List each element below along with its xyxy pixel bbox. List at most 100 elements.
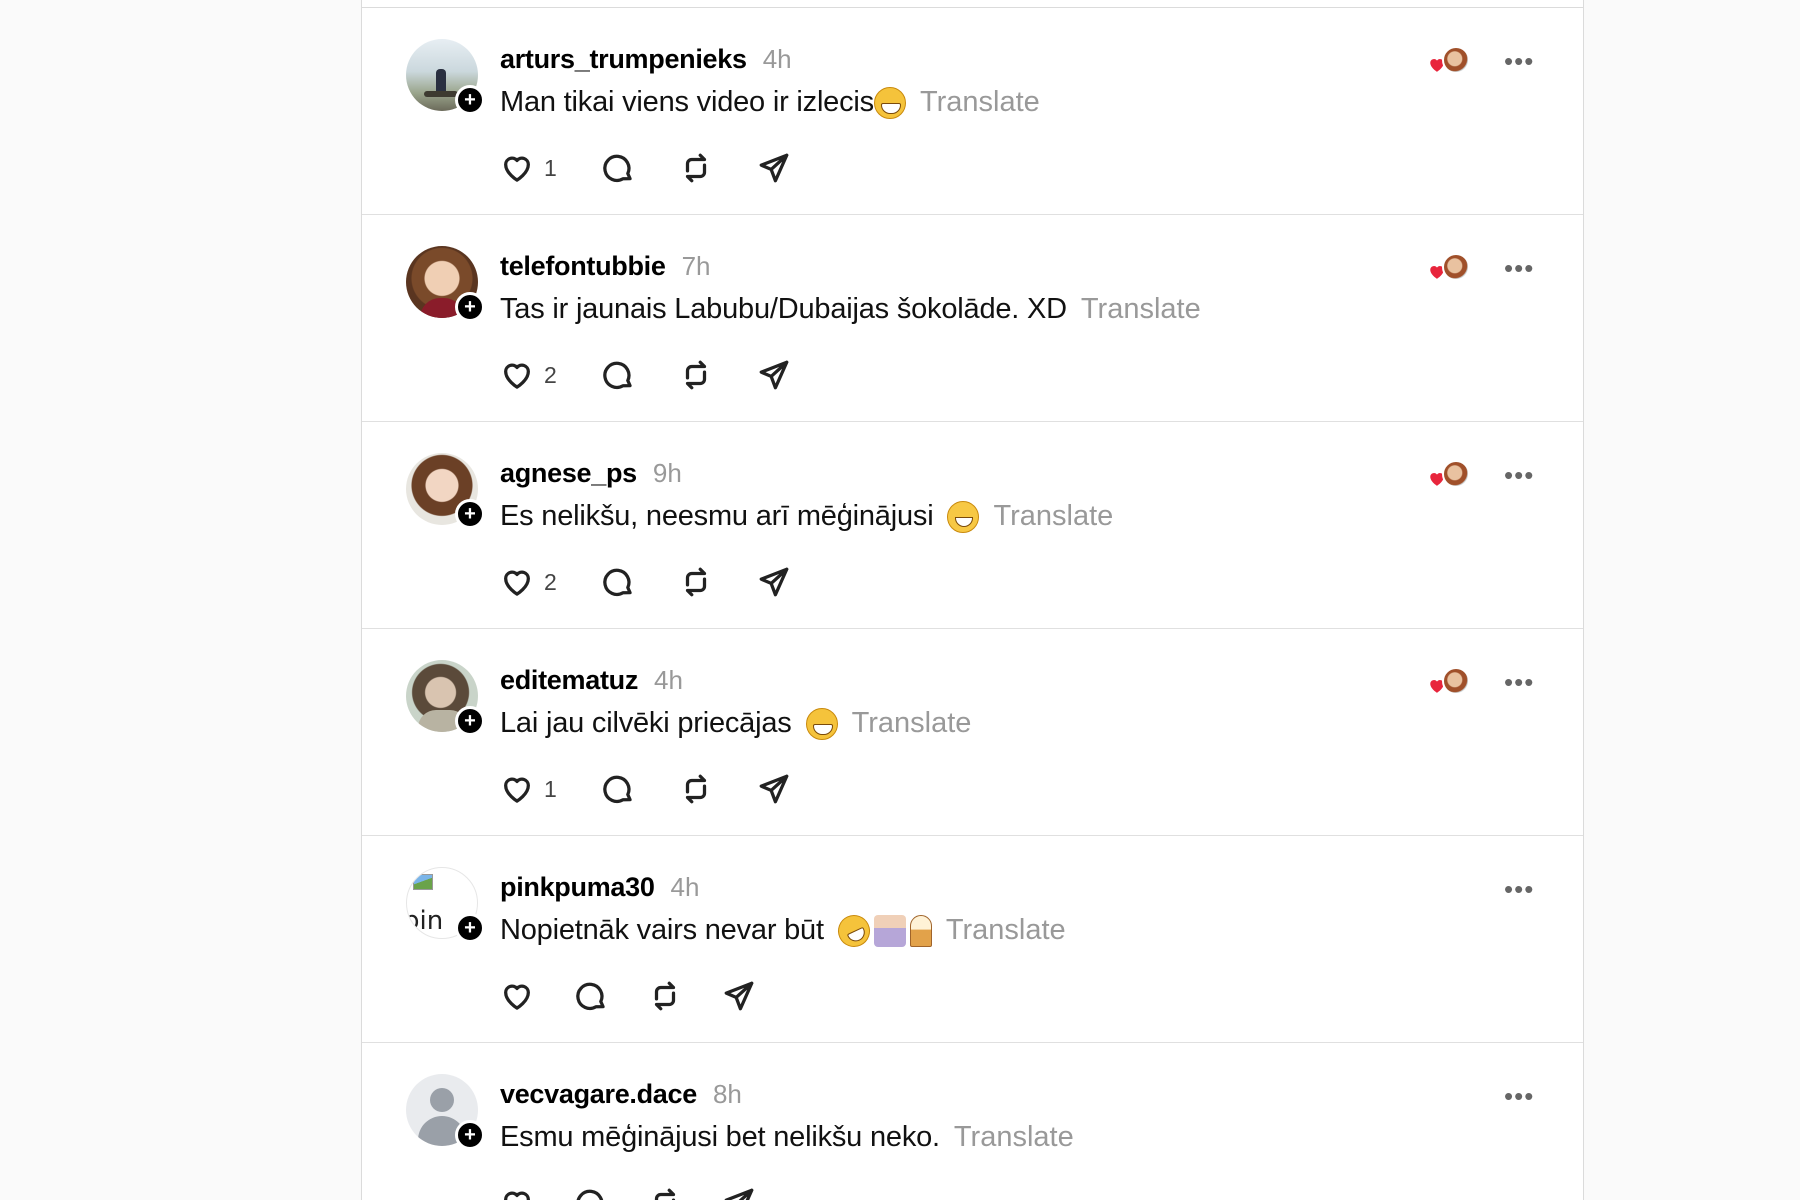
more-options-icon[interactable]: ••• bbox=[1504, 462, 1534, 488]
reply-post: + arturs_trumpenieks 4h Man tikai viens … bbox=[362, 8, 1583, 215]
username[interactable]: pinkpuma30 bbox=[500, 872, 655, 903]
follow-plus-icon[interactable]: + bbox=[455, 1120, 485, 1150]
grinning-emoji-icon bbox=[873, 86, 906, 119]
reply-button[interactable] bbox=[601, 772, 635, 806]
repost-icon bbox=[654, 981, 676, 1011]
send-icon bbox=[759, 567, 789, 597]
more-options-icon[interactable]: ••• bbox=[1504, 1083, 1534, 1109]
send-icon bbox=[724, 1188, 754, 1200]
repost-button[interactable] bbox=[648, 979, 682, 1013]
post-time[interactable]: 9h bbox=[653, 458, 682, 489]
translate-link[interactable]: Translate bbox=[993, 500, 1113, 533]
liker-avatar bbox=[1442, 46, 1470, 74]
reply-button[interactable] bbox=[601, 358, 635, 392]
reply-button[interactable] bbox=[601, 565, 635, 599]
share-button[interactable] bbox=[757, 358, 791, 392]
like-button[interactable] bbox=[500, 1186, 534, 1200]
repost-icon bbox=[685, 567, 706, 597]
follow-plus-icon[interactable]: + bbox=[455, 85, 485, 115]
translate-link[interactable]: Translate bbox=[852, 707, 972, 740]
share-button[interactable] bbox=[722, 979, 756, 1013]
liker-avatar bbox=[1442, 253, 1470, 281]
reply-post: + agnese_ps 9h Es nelikšu, neesmu arī mē… bbox=[362, 422, 1583, 629]
share-button[interactable] bbox=[722, 1186, 756, 1200]
translate-link[interactable]: Translate bbox=[954, 1121, 1074, 1154]
liked-by-author-indicator[interactable] bbox=[1424, 44, 1472, 78]
repost-button[interactable] bbox=[679, 151, 713, 185]
post-time[interactable]: 7h bbox=[682, 251, 711, 282]
person-shrugging-emoji-icon bbox=[873, 914, 906, 947]
follow-plus-icon[interactable]: + bbox=[455, 499, 485, 529]
like-count: 2 bbox=[544, 361, 557, 388]
heart-icon bbox=[504, 777, 530, 803]
avatar-container[interactable]: + bbox=[406, 1074, 485, 1150]
comment-bubble-icon bbox=[603, 568, 632, 597]
liked-by-author-indicator[interactable] bbox=[1424, 251, 1472, 285]
translate-link[interactable]: Translate bbox=[920, 86, 1040, 119]
post-time[interactable]: 4h bbox=[654, 665, 683, 696]
like-button[interactable]: 1 bbox=[500, 772, 557, 806]
username[interactable]: arturs_trumpenieks bbox=[500, 44, 747, 75]
post-text: Lai jau cilvēki priecājas bbox=[500, 707, 792, 739]
username[interactable]: telefontubbie bbox=[500, 251, 666, 282]
send-icon bbox=[759, 360, 789, 390]
share-button[interactable] bbox=[757, 772, 791, 806]
heart-icon bbox=[504, 1191, 530, 1200]
smiling-emoji-icon bbox=[947, 500, 980, 533]
like-button[interactable]: 2 bbox=[500, 565, 557, 599]
more-options-icon[interactable]: ••• bbox=[1504, 876, 1534, 902]
like-button[interactable]: 1 bbox=[500, 151, 557, 185]
send-icon bbox=[759, 774, 789, 804]
repost-button[interactable] bbox=[679, 565, 713, 599]
avatar-alt-text: pin bbox=[406, 906, 444, 936]
reply-button[interactable] bbox=[601, 151, 635, 185]
replies-feed: + arturs_trumpenieks 4h Man tikai viens … bbox=[361, 0, 1584, 1200]
send-icon bbox=[759, 153, 789, 183]
comment-bubble-icon bbox=[603, 361, 632, 390]
share-button[interactable] bbox=[757, 151, 791, 185]
repost-icon bbox=[685, 774, 706, 804]
liked-by-author-indicator[interactable] bbox=[1424, 665, 1472, 699]
share-button[interactable] bbox=[757, 565, 791, 599]
heart-icon bbox=[504, 570, 530, 596]
reply-post: + telefontubbie 7h Tas ir jaunais Labubu… bbox=[362, 215, 1583, 422]
post-text: Esmu mēģinājusi bet nelikšu neko. bbox=[500, 1121, 940, 1153]
comment-bubble-icon bbox=[576, 1189, 604, 1200]
post-time[interactable]: 4h bbox=[763, 44, 792, 75]
repost-button[interactable] bbox=[648, 1186, 682, 1200]
avatar-container[interactable]: + bbox=[406, 660, 485, 736]
avatar-container[interactable]: + bbox=[406, 453, 485, 529]
post-text: Es nelikšu, neesmu arī mēģinājusi bbox=[500, 500, 934, 532]
translate-link[interactable]: Translate bbox=[1081, 293, 1201, 326]
follow-plus-icon[interactable]: + bbox=[455, 292, 485, 322]
post-text: Nopietnāk vairs nevar būt bbox=[500, 914, 824, 946]
like-button[interactable]: 2 bbox=[500, 358, 557, 392]
heart-icon bbox=[504, 984, 530, 1010]
more-options-icon[interactable]: ••• bbox=[1504, 669, 1534, 695]
reply-post: + editematuz 4h Lai jau cilvēki priecāja… bbox=[362, 629, 1583, 836]
username[interactable]: agnese_ps bbox=[500, 458, 637, 489]
more-options-icon[interactable]: ••• bbox=[1504, 255, 1534, 281]
liker-avatar bbox=[1442, 667, 1470, 695]
like-count: 2 bbox=[544, 568, 557, 595]
liked-by-author-indicator[interactable] bbox=[1424, 458, 1472, 492]
follow-plus-icon[interactable]: + bbox=[455, 706, 485, 736]
post-text: Man tikai viens video ir izlecis bbox=[500, 86, 874, 118]
post-time[interactable]: 8h bbox=[713, 1079, 742, 1110]
reply-button[interactable] bbox=[574, 979, 608, 1013]
username[interactable]: vecvagare.dace bbox=[500, 1079, 697, 1110]
post-time[interactable]: 4h bbox=[671, 872, 700, 903]
comment-bubble-icon bbox=[603, 154, 632, 183]
username[interactable]: editematuz bbox=[500, 665, 638, 696]
avatar-container[interactable]: pin + bbox=[406, 867, 485, 943]
like-button[interactable] bbox=[500, 979, 534, 1013]
repost-button[interactable] bbox=[679, 772, 713, 806]
translate-link[interactable]: Translate bbox=[946, 914, 1066, 947]
avatar-container[interactable]: + bbox=[406, 39, 485, 115]
more-options-icon[interactable]: ••• bbox=[1504, 48, 1534, 74]
avatar-container[interactable]: + bbox=[406, 246, 485, 322]
follow-plus-icon[interactable]: + bbox=[455, 913, 485, 943]
repost-button[interactable] bbox=[679, 358, 713, 392]
reply-button[interactable] bbox=[574, 1186, 608, 1200]
repost-icon bbox=[654, 1188, 676, 1200]
